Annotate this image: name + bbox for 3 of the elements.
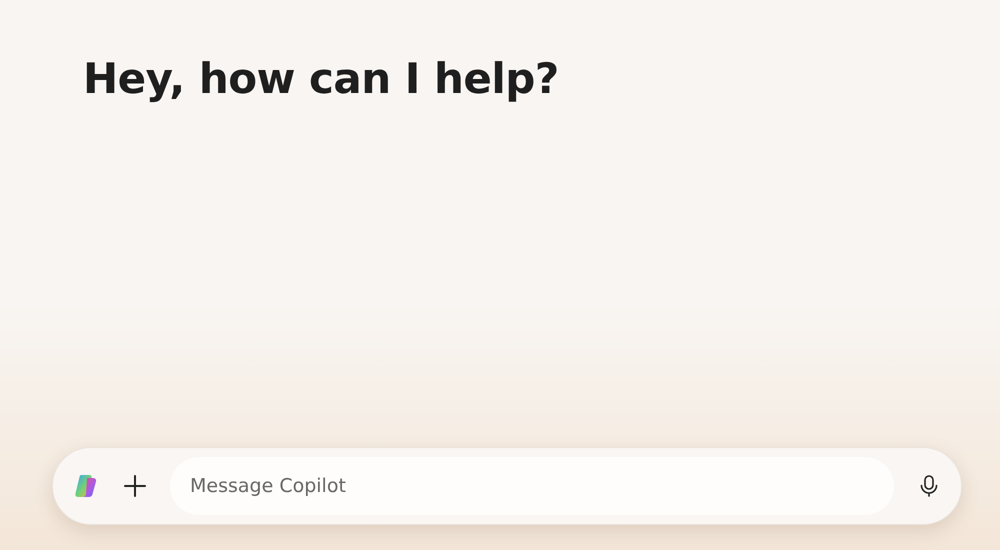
greeting-heading: Hey, how can I help?	[83, 54, 559, 103]
add-button[interactable]	[123, 474, 147, 498]
message-input[interactable]: Message Copilot	[170, 457, 894, 515]
